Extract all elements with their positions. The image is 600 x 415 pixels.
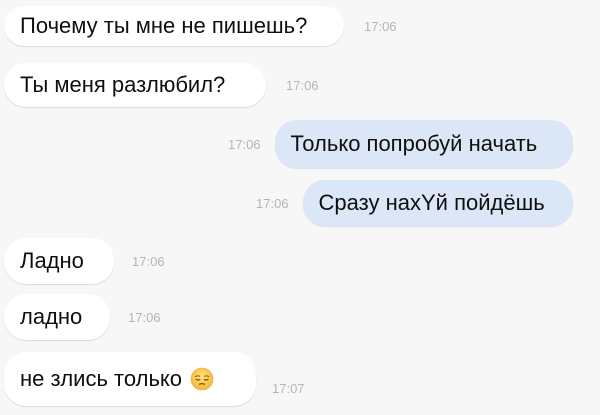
- message-timestamp: 17:07: [272, 380, 305, 396]
- incoming-message-bubble[interactable]: ладно: [4, 294, 110, 340]
- message-text: Почему ты мне не пишешь?: [20, 13, 308, 38]
- message-timestamp: 17:06: [256, 195, 289, 211]
- message-text: Ты меня разлюбил?: [20, 72, 226, 97]
- message-timestamp: 17:06: [132, 253, 165, 269]
- incoming-message-bubble[interactable]: Почему ты мне не пишешь?: [4, 6, 344, 46]
- message-row: не злись только 17:07: [4, 352, 305, 406]
- message-row: 17:06 Только попробуй начать: [228, 120, 573, 168]
- outgoing-message-bubble[interactable]: Сразу нахYй пойдёшь: [302, 180, 573, 226]
- message-text: Ладно: [20, 248, 84, 273]
- message-timestamp: 17:06: [286, 77, 319, 93]
- message-timestamp: 17:06: [228, 136, 261, 152]
- outgoing-message-bubble[interactable]: Только попробуй начать: [274, 120, 573, 168]
- message-row: 17:06 Сразу нахYй пойдёшь: [256, 180, 573, 226]
- message-row: Ладно 17:06: [4, 238, 165, 284]
- pensive-face-icon: [190, 367, 214, 391]
- message-text: ладно: [20, 304, 83, 329]
- message-text: Сразу нахYй пойдёшь: [318, 190, 545, 215]
- chat-thread: Почему ты мне не пишешь? 17:06 Ты меня р…: [0, 0, 600, 415]
- incoming-message-bubble[interactable]: Ладно: [4, 238, 114, 284]
- message-row: ладно 17:06: [4, 294, 161, 340]
- message-row: Ты меня разлюбил? 17:06: [4, 63, 319, 107]
- message-timestamp: 17:06: [364, 18, 397, 34]
- incoming-message-bubble[interactable]: Ты меня разлюбил?: [4, 63, 266, 107]
- incoming-message-bubble[interactable]: не злись только: [4, 352, 256, 406]
- message-text: не злись только: [20, 366, 183, 391]
- message-row: Почему ты мне не пишешь? 17:06: [4, 6, 397, 46]
- message-timestamp: 17:06: [128, 309, 161, 325]
- message-text: Только попробуй начать: [290, 131, 538, 156]
